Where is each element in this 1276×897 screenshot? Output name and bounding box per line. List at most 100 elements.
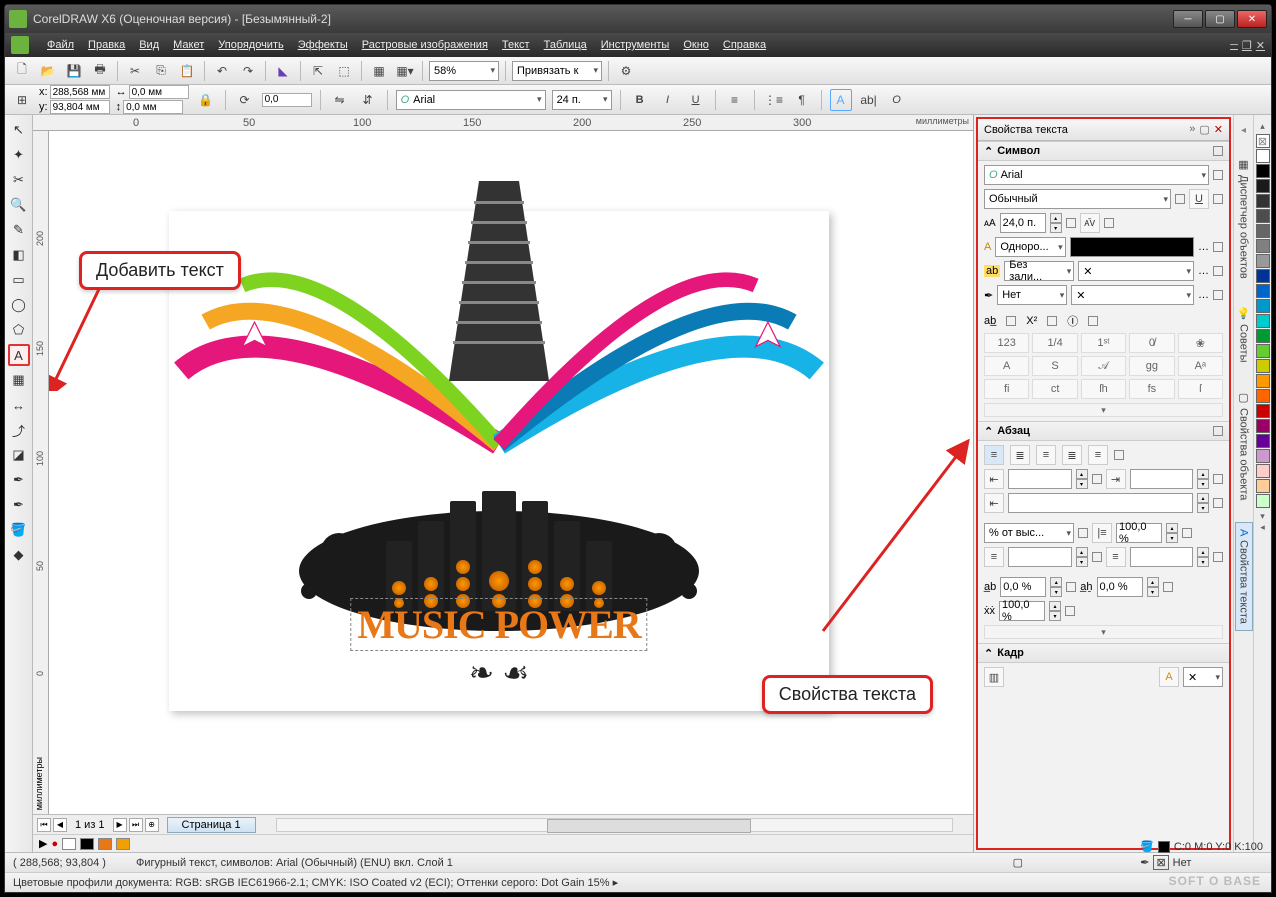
no-color-swatch[interactable]: ⊠ [1256, 134, 1270, 148]
freehand-tool[interactable]: ✎ [8, 219, 30, 241]
palette-swatch-0[interactable] [1256, 149, 1270, 163]
fill-tool[interactable]: 🪣 [8, 519, 30, 541]
menu-arrange[interactable]: Упорядочить [218, 39, 283, 51]
outline-tool[interactable]: ✒ [8, 494, 30, 516]
palette-swatch-10[interactable] [1256, 299, 1270, 313]
ab-icon[interactable]: ab̲ [984, 315, 996, 327]
eyedropper-tool[interactable]: ✒ [8, 469, 30, 491]
copy-button[interactable]: ⎘ [150, 60, 172, 82]
sb-sp[interactable]: ▴▾ [1076, 547, 1088, 567]
line-spacing-input[interactable]: 100,0 % [1116, 523, 1162, 543]
frame-fill[interactable]: ✕ [1183, 667, 1223, 687]
menu-tools[interactable]: Инструменты [601, 39, 670, 51]
ot-smallcap[interactable]: Aᵃ [1178, 356, 1223, 376]
outline-lock[interactable] [1213, 290, 1223, 300]
cut-button[interactable]: ✂ [124, 60, 146, 82]
palette-swatch-15[interactable] [1256, 374, 1270, 388]
docker-size-input[interactable]: 24,0 п. [1000, 213, 1046, 233]
spacing-mode-combo[interactable]: % от выс... [984, 523, 1074, 543]
palette-down-button[interactable]: ▾ [1260, 511, 1265, 522]
side-tab-object-props[interactable]: ▢Свойства объекта [1235, 385, 1252, 506]
il-sp[interactable]: ▴▾ [1076, 469, 1088, 489]
sm-lock[interactable] [1078, 528, 1088, 538]
frame-text-icon[interactable]: A [1159, 667, 1179, 687]
launch-button[interactable]: ▦ [368, 60, 390, 82]
play-icon[interactable]: ▶ [39, 837, 47, 850]
page-first-button[interactable]: ⏮ [37, 818, 51, 832]
align-force-button[interactable]: ≡ [1088, 445, 1108, 465]
zoom-tool[interactable]: 🔍 [8, 194, 30, 216]
caps-icon[interactable]: Ⓘ [1067, 313, 1078, 329]
symbol-expand[interactable]: ▾ [984, 403, 1223, 417]
text-tool[interactable]: A [8, 344, 30, 366]
palette-swatch-19[interactable] [1256, 434, 1270, 448]
kc-lock[interactable] [1065, 606, 1075, 616]
edit-text-button[interactable]: ab| [858, 89, 880, 111]
fill-readout-icon[interactable]: 🪣 [1140, 840, 1154, 853]
effects-tool[interactable]: ◪ [8, 444, 30, 466]
menu-view[interactable]: Вид [139, 39, 159, 51]
sb-lock[interactable] [1092, 552, 1102, 562]
ellipse-tool[interactable]: ◯ [8, 294, 30, 316]
align-right-button[interactable]: ≡ [1036, 445, 1056, 465]
bg-lock[interactable] [1213, 266, 1223, 276]
paragraph-expand[interactable]: ▾ [984, 625, 1223, 639]
mirror-v-button[interactable]: ⇵ [357, 89, 379, 111]
align-left-button[interactable]: ≡ [984, 445, 1004, 465]
menu-bitmaps[interactable]: Растровые изображения [362, 39, 488, 51]
ot-s[interactable]: S [1032, 356, 1077, 376]
fill-more[interactable]: … [1198, 241, 1209, 253]
palette-swatch-14[interactable] [1256, 359, 1270, 373]
section-paragraph-head[interactable]: ⌃Абзац [978, 421, 1229, 441]
horizontal-scrollbar[interactable] [276, 818, 953, 832]
text-props-button[interactable]: A [830, 89, 852, 111]
page-add-button[interactable]: ⊕ [145, 818, 159, 832]
artwork-text[interactable]: MUSIC POWER [350, 598, 647, 651]
record-icon[interactable]: ● [51, 838, 58, 850]
italic-button[interactable]: I [657, 89, 679, 111]
il-lock[interactable] [1092, 474, 1102, 484]
align-full-button[interactable]: ≣ [1062, 445, 1082, 465]
align-center-button[interactable]: ≣ [1010, 445, 1030, 465]
fill-lock[interactable] [1213, 242, 1223, 252]
u-lock[interactable] [1213, 194, 1223, 204]
mirror-h-button[interactable]: ⇋ [329, 89, 351, 111]
palette-swatch-21[interactable] [1256, 464, 1270, 478]
indent-left[interactable] [1008, 469, 1072, 489]
doc-swatch-4[interactable] [116, 838, 130, 850]
paste-button[interactable]: 📋 [176, 60, 198, 82]
char-kern-b[interactable]: 0,0 % [1097, 577, 1143, 597]
palette-up-button[interactable]: ▴ [1260, 121, 1265, 132]
docker-collapse-button[interactable]: » [1189, 123, 1195, 136]
page-tab[interactable]: Страница 1 [167, 817, 256, 833]
ot-gg[interactable]: gg [1129, 356, 1174, 376]
menu-file[interactable]: Файл [47, 39, 74, 51]
indent-first[interactable] [1130, 469, 1194, 489]
import-button[interactable]: ◣ [272, 60, 294, 82]
bg-mode-combo[interactable]: Без зали... [1004, 261, 1074, 281]
palette-swatch-23[interactable] [1256, 494, 1270, 508]
outline-more[interactable]: … [1198, 289, 1209, 301]
zoom-combo[interactable]: 58% [429, 61, 499, 81]
new-button[interactable]: 🗋 [11, 60, 33, 82]
menu-effects[interactable]: Эффекты [298, 39, 348, 51]
pick-tool[interactable]: ↖ [8, 119, 30, 141]
ot-orn[interactable]: ❀ [1178, 333, 1223, 353]
lock-ratio-button[interactable]: 🔒 [195, 89, 217, 111]
docker-close-button[interactable]: ✕ [1214, 123, 1223, 136]
super-icon[interactable]: X² [1026, 315, 1037, 327]
font-size-combo[interactable]: 24 п. [552, 90, 612, 110]
docker-style-combo[interactable]: Обычный [984, 189, 1171, 209]
ot-f[interactable]: ſ [1178, 379, 1223, 399]
palette-swatch-3[interactable] [1256, 194, 1270, 208]
font-lock[interactable] [1213, 170, 1223, 180]
page-next-button[interactable]: ▶ [113, 818, 127, 832]
space-after[interactable] [1130, 547, 1194, 567]
ot-ord[interactable]: 1ˢᵗ [1081, 333, 1126, 353]
bg-more[interactable]: … [1198, 265, 1209, 277]
menu-window[interactable]: Окно [683, 39, 709, 51]
palette-swatch-6[interactable] [1256, 239, 1270, 253]
ka-sp[interactable]: ▴▾ [1050, 577, 1062, 597]
ot-th[interactable]: ſh [1081, 379, 1126, 399]
width-input[interactable]: 0,0 мм [129, 85, 189, 99]
